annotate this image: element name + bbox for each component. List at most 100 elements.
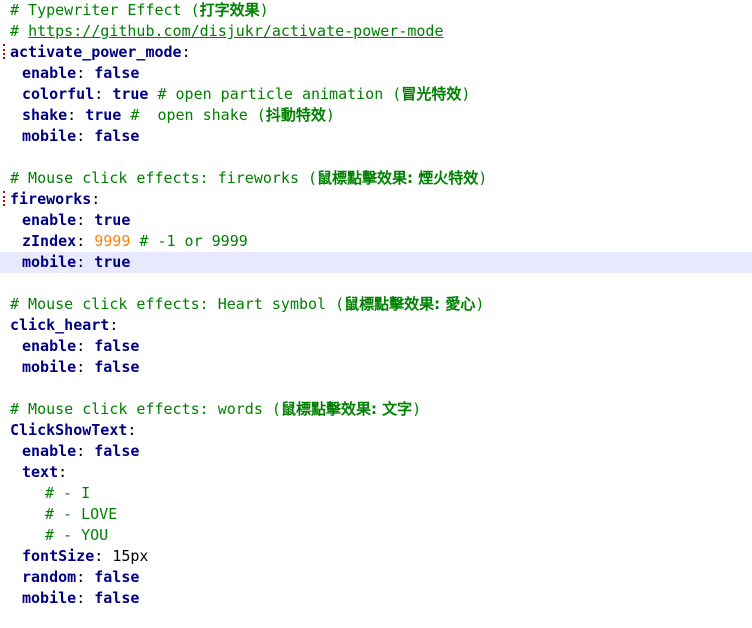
comment: # - I bbox=[45, 484, 91, 502]
code-line[interactable]: colorful: true # open particle animation… bbox=[0, 84, 752, 105]
comment-tail: ) bbox=[412, 400, 422, 418]
code-line[interactable]: shake: true # open shake (抖動特效) bbox=[0, 105, 752, 126]
code-line[interactable]: enable: false bbox=[0, 441, 752, 462]
yaml-value: true bbox=[94, 253, 131, 271]
yaml-key: shake bbox=[22, 106, 68, 124]
code-line[interactable]: enable: false bbox=[0, 63, 752, 84]
code-line[interactable]: click_heart: bbox=[0, 315, 752, 336]
colon: : bbox=[58, 463, 68, 481]
code-editor[interactable]: # Typewriter Effect (打字效果) # https://git… bbox=[0, 0, 752, 628]
colon: : bbox=[76, 64, 95, 82]
code-line-blank[interactable] bbox=[0, 273, 752, 294]
comment-cjk: 鼠標點擊效果: 愛心 bbox=[344, 295, 476, 313]
code-line[interactable]: # - YOU bbox=[0, 525, 752, 546]
code-line[interactable]: # https://github.com/disjukr/activate-po… bbox=[0, 21, 752, 42]
comment: # open particle animation ( bbox=[148, 85, 402, 103]
yaml-key: mobile bbox=[22, 589, 77, 607]
code-line[interactable]: # Mouse click effects: words (鼠標點擊效果: 文字… bbox=[0, 399, 752, 420]
yaml-key: fireworks bbox=[10, 190, 92, 208]
code-line[interactable]: # Mouse click effects: Heart symbol (鼠標點… bbox=[0, 294, 752, 315]
comment: # Mouse click effects: Heart symbol ( bbox=[10, 295, 345, 313]
code-line-blank[interactable] bbox=[0, 147, 752, 168]
code-line[interactable]: mobile: false bbox=[0, 126, 752, 147]
code-line[interactable]: mobile: false bbox=[0, 357, 752, 378]
comment-tail: ) bbox=[259, 1, 269, 19]
yaml-key: click_heart bbox=[10, 316, 110, 334]
yaml-key: mobile bbox=[22, 253, 77, 271]
yaml-key: ClickShowText bbox=[10, 421, 128, 439]
code-line[interactable]: mobile: false bbox=[0, 588, 752, 609]
yaml-value: false bbox=[94, 589, 140, 607]
yaml-key: zIndex bbox=[22, 232, 77, 250]
comment-tail: ) bbox=[478, 169, 488, 187]
code-line[interactable]: text: bbox=[0, 462, 752, 483]
yaml-value: true bbox=[94, 211, 131, 229]
comment: # Mouse click effects: fireworks ( bbox=[10, 169, 318, 187]
code-line[interactable]: random: false bbox=[0, 567, 752, 588]
colon: : bbox=[76, 358, 95, 376]
yaml-key: mobile bbox=[22, 358, 77, 376]
yaml-number: 9999 bbox=[94, 232, 131, 250]
comment: # bbox=[10, 22, 29, 40]
colon: : bbox=[76, 337, 95, 355]
fold-marker-icon[interactable] bbox=[3, 191, 9, 206]
yaml-key: enable bbox=[22, 64, 77, 82]
yaml-value: false bbox=[94, 568, 140, 586]
yaml-value: false bbox=[94, 337, 140, 355]
yaml-key: colorful bbox=[22, 85, 95, 103]
yaml-value: false bbox=[94, 442, 140, 460]
comment: # Mouse click effects: words ( bbox=[10, 400, 281, 418]
colon: : bbox=[94, 547, 113, 565]
yaml-value: false bbox=[94, 358, 140, 376]
fold-marker-icon[interactable] bbox=[3, 44, 9, 59]
colon: : bbox=[67, 106, 86, 124]
comment-cjk: 抖動特效 bbox=[265, 106, 326, 124]
code-line[interactable]: fireworks: bbox=[0, 189, 752, 210]
colon: : bbox=[91, 190, 101, 208]
comment-tail: ) bbox=[325, 106, 335, 124]
comment-cjk: 打字效果 bbox=[199, 1, 260, 19]
code-line[interactable]: # - LOVE bbox=[0, 504, 752, 525]
colon: : bbox=[76, 253, 95, 271]
yaml-key: random bbox=[22, 568, 77, 586]
comment: # -1 or 9999 bbox=[130, 232, 248, 250]
comment-tail: ) bbox=[475, 295, 485, 313]
code-line[interactable]: # - I bbox=[0, 483, 752, 504]
code-line[interactable]: # Typewriter Effect (打字效果) bbox=[0, 0, 752, 21]
comment: # Typewriter Effect ( bbox=[10, 1, 200, 19]
yaml-key: mobile bbox=[22, 127, 77, 145]
comment: # - LOVE bbox=[45, 505, 118, 523]
colon: : bbox=[94, 85, 113, 103]
yaml-value: false bbox=[94, 127, 140, 145]
colon: : bbox=[127, 421, 137, 439]
code-line-current[interactable]: mobile: true bbox=[0, 252, 752, 273]
yaml-value: true bbox=[85, 106, 122, 124]
colon: : bbox=[76, 568, 95, 586]
comment-cjk: 鼠標點擊效果: 煙火特效 bbox=[317, 169, 479, 187]
code-line[interactable]: zIndex: 9999 # -1 or 9999 bbox=[0, 231, 752, 252]
yaml-key: enable bbox=[22, 211, 77, 229]
comment: # - YOU bbox=[45, 526, 109, 544]
code-line-blank[interactable] bbox=[0, 378, 752, 399]
colon: : bbox=[76, 211, 95, 229]
yaml-key: activate_power_mode bbox=[10, 43, 182, 61]
yaml-key: text bbox=[22, 463, 59, 481]
yaml-key: enable bbox=[22, 442, 77, 460]
comment-cjk: 冒光特效 bbox=[401, 85, 462, 103]
code-line[interactable]: activate_power_mode: bbox=[0, 42, 752, 63]
code-line[interactable]: enable: true bbox=[0, 210, 752, 231]
comment-link[interactable]: https://github.com/disjukr/activate-powe… bbox=[28, 22, 443, 40]
code-line[interactable]: enable: false bbox=[0, 336, 752, 357]
yaml-key: enable bbox=[22, 337, 77, 355]
colon: : bbox=[181, 43, 191, 61]
code-line[interactable]: ClickShowText: bbox=[0, 420, 752, 441]
code-line[interactable]: # Mouse click effects: fireworks (鼠標點擊效果… bbox=[0, 168, 752, 189]
code-line[interactable]: fontSize: 15px bbox=[0, 546, 752, 567]
comment-cjk: 鼠標點擊效果: 文字 bbox=[280, 400, 413, 418]
yaml-value: false bbox=[94, 64, 140, 82]
colon: : bbox=[76, 232, 95, 250]
yaml-value: true bbox=[112, 85, 149, 103]
yaml-plain-value: 15px bbox=[112, 547, 149, 565]
colon: : bbox=[76, 589, 95, 607]
colon: : bbox=[109, 316, 119, 334]
